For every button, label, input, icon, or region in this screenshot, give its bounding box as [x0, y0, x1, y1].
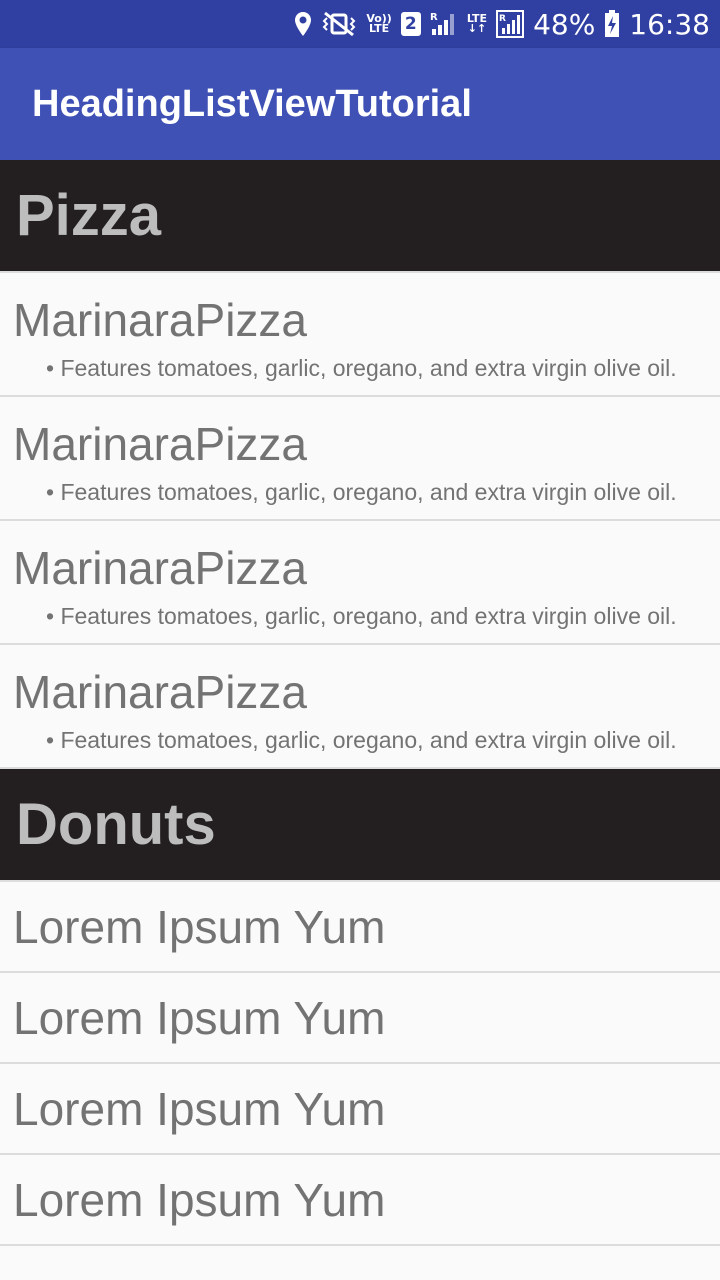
section-header-pizza: Pizza	[0, 160, 720, 273]
item-description: • Features tomatoes, garlic, oregano, an…	[46, 727, 677, 753]
svg-text:R: R	[499, 14, 506, 24]
list-item[interactable]: MarinaraPizza • Features tomatoes, garli…	[0, 397, 720, 521]
volte-bottom-label: LTE	[368, 22, 390, 35]
item-name: Lorem Ipsum Yum	[13, 900, 386, 953]
status-bar: Vo)) LTE 2 R LTE ↓↑ R 48% 16:38	[0, 0, 720, 48]
signal-roaming-icon: R	[496, 10, 525, 38]
item-name: MarinaraPizza	[13, 294, 307, 346]
section-title: Pizza	[16, 183, 162, 248]
battery-percent: 48%	[533, 7, 596, 41]
battery-charging-icon	[604, 10, 620, 38]
item-name: Lorem Ipsum Yum	[13, 1173, 386, 1226]
item-description: • Features tomatoes, garlic, oregano, an…	[46, 355, 677, 381]
heading-list-view[interactable]: Pizza MarinaraPizza • Features tomatoes,…	[0, 160, 720, 1246]
svg-text:R: R	[430, 12, 438, 23]
clock: 16:38	[629, 7, 710, 41]
list-item[interactable]: Lorem Ipsum Yum	[0, 882, 720, 973]
item-name: Lorem Ipsum Yum	[13, 991, 386, 1044]
location-pin-icon	[294, 11, 312, 37]
list-item[interactable]: Lorem Ipsum Yum	[0, 1155, 720, 1246]
item-description: • Features tomatoes, garlic, oregano, an…	[46, 603, 677, 629]
list-item[interactable]: Lorem Ipsum Yum	[0, 1064, 720, 1155]
item-name: MarinaraPizza	[13, 542, 307, 594]
list-item[interactable]: MarinaraPizza • Features tomatoes, garli…	[0, 273, 720, 397]
item-name: MarinaraPizza	[13, 418, 307, 470]
list-item[interactable]: MarinaraPizza • Features tomatoes, garli…	[0, 645, 720, 769]
app-title: HeadingListViewTutorial	[32, 82, 472, 125]
list-item[interactable]: Lorem Ipsum Yum	[0, 973, 720, 1064]
list-item[interactable]: MarinaraPizza • Features tomatoes, garli…	[0, 521, 720, 645]
item-name: Lorem Ipsum Yum	[13, 1082, 386, 1135]
item-description: • Features tomatoes, garlic, oregano, an…	[46, 479, 677, 505]
app-bar: HeadingListViewTutorial	[0, 48, 720, 160]
sim-2-icon: 2	[400, 12, 421, 36]
item-name: MarinaraPizza	[13, 666, 307, 718]
section-title: Donuts	[16, 792, 216, 857]
lte-data-icon: LTE ↓↑	[466, 12, 488, 35]
signal-roaming-icon: R	[430, 11, 458, 37]
volte-icon: Vo)) LTE	[366, 13, 392, 35]
vibrate-mute-icon	[321, 11, 357, 37]
section-header-donuts: Donuts	[0, 769, 720, 882]
